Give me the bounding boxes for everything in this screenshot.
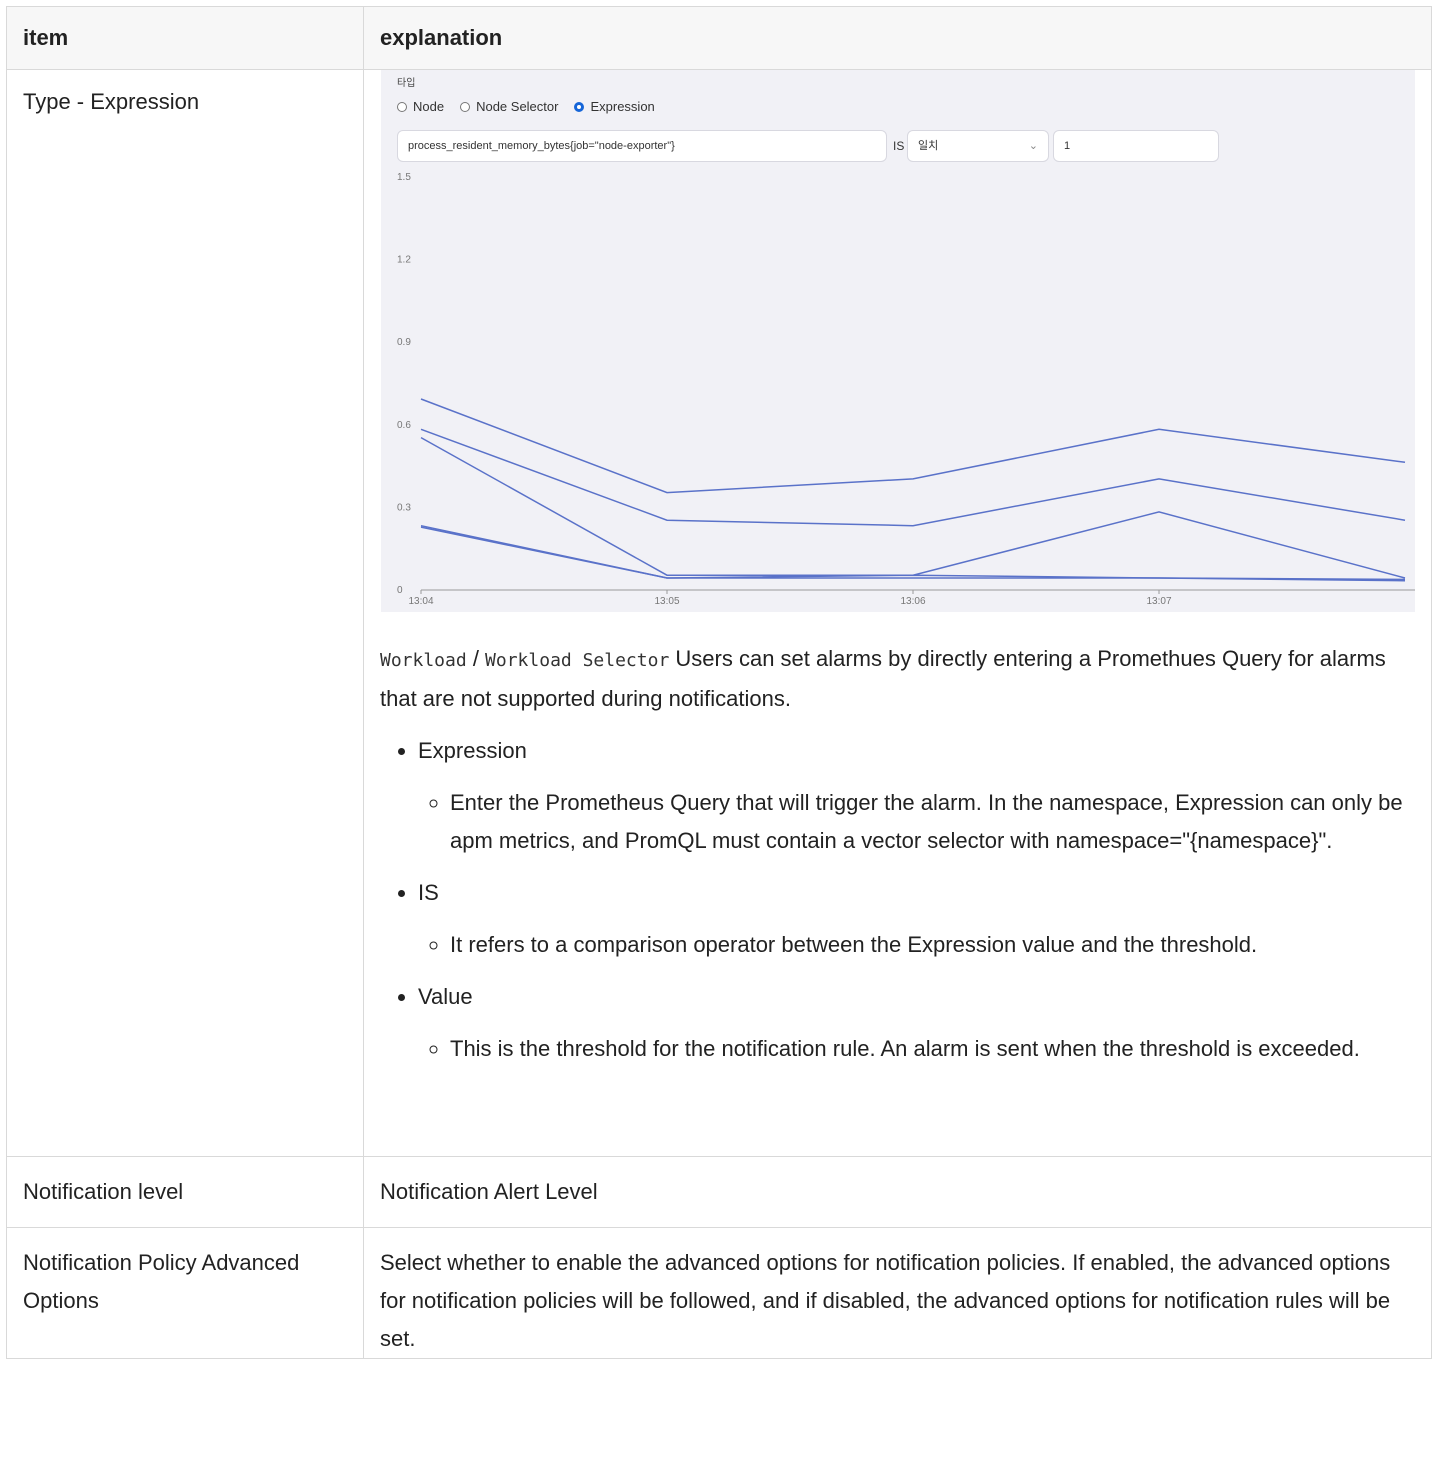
x-tick-label: 13:06 <box>900 596 925 607</box>
radio-empty-icon <box>460 102 471 112</box>
code-workload: Workload <box>380 650 467 671</box>
field-list: Expression Enter the Prometheus Query th… <box>380 732 1415 1068</box>
item-cell: Notification Policy Advanced Options <box>6 1227 364 1359</box>
series-line-2 <box>420 428 1406 527</box>
notification-rule-table: item explanation Type - Expression 타입 No… <box>6 6 1432 1359</box>
separator: / <box>466 646 486 671</box>
expression-description: Workload / Workload Selector Users can s… <box>380 640 1415 718</box>
list-item-title: Expression <box>418 738 527 763</box>
radio-empty-icon <box>397 102 407 112</box>
list-item-detail: This is the threshold for the notificati… <box>450 1030 1415 1068</box>
explanation-cell: Select whether to enable the advanced op… <box>363 1227 1432 1359</box>
y-tick-label: 1.5 <box>397 172 411 183</box>
x-tick-label: 13:07 <box>1146 596 1171 607</box>
list-item: Value This is the threshold for the noti… <box>418 978 1415 1068</box>
code-workload-selector: Workload Selector <box>485 650 670 671</box>
operator-select[interactable]: 일치 ⌄ <box>907 130 1049 162</box>
series-line-1 <box>420 398 1406 494</box>
list-item-title: Value <box>418 984 473 1009</box>
threshold-input[interactable]: 1 <box>1053 130 1219 162</box>
list-item: Expression Enter the Prometheus Query th… <box>418 732 1415 860</box>
radio-expression-label: Expression <box>590 99 655 114</box>
operator-value: 일치 <box>918 140 939 152</box>
list-item: IS It refers to a comparison operator be… <box>418 874 1415 964</box>
header-item: item <box>6 6 364 70</box>
series-line-4 <box>420 524 1406 581</box>
item-cell: Type - Expression <box>6 69 364 1157</box>
radio-node-selector-label: Node Selector <box>476 99 559 114</box>
item-advanced-options: Notification Policy Advanced Options <box>23 1250 300 1313</box>
header-explanation: explanation <box>363 6 1432 70</box>
list-item-title: IS <box>418 880 439 905</box>
table-row: Notification level Notification Alert Le… <box>6 1156 1432 1228</box>
x-tick-label: 13:04 <box>408 596 433 607</box>
y-tick-label: 0.6 <box>397 420 411 431</box>
type-label: 타입 <box>397 78 416 89</box>
list-item-detail: It refers to a comparison operator betwe… <box>450 926 1415 964</box>
y-tick-label: 0.3 <box>397 502 411 513</box>
radio-node-selector[interactable]: Node Selector <box>460 98 558 116</box>
type-radio-group: Node Node Selector Expression <box>397 98 671 116</box>
item-type-expression: Type - Expression <box>23 89 200 114</box>
series-line-5 <box>420 526 1406 582</box>
radio-selected-icon <box>574 102 585 112</box>
expression-screenshot: 타입 Node Node Selector Expression process… <box>381 70 1415 612</box>
expression-line-chart: 1.5 1.2 0.9 0.6 0.3 0 13:04 13:05 13:06 13:07 <box>397 172 1415 607</box>
table-header-row: item explanation <box>6 6 1432 70</box>
explanation-cell: Notification Alert Level <box>363 1156 1432 1228</box>
x-tick-label: 13:05 <box>654 596 679 607</box>
table-row: Notification Policy Advanced Options Sel… <box>6 1227 1432 1359</box>
y-tick-label: 0.9 <box>397 337 411 348</box>
item-cell: Notification level <box>6 1156 364 1228</box>
radio-expression[interactable]: Expression <box>574 98 655 116</box>
advanced-options-description: Select whether to enable the advanced op… <box>380 1250 1391 1351</box>
radio-node-label: Node <box>413 99 445 114</box>
explanation-cell: 타입 Node Node Selector Expression process… <box>363 69 1432 1157</box>
radio-node[interactable]: Node <box>397 98 444 116</box>
is-label: IS <box>893 139 905 153</box>
table-row: Type - Expression 타입 Node Node Selector <box>6 69 1432 1157</box>
list-item-detail: Enter the Prometheus Query that will tri… <box>450 784 1415 860</box>
chevron-down-icon: ⌄ <box>1028 140 1038 152</box>
y-tick-label: 1.2 <box>397 255 411 266</box>
y-tick-label: 0 <box>397 585 403 596</box>
expression-input[interactable]: process_resident_memory_bytes{job="node-… <box>397 130 887 162</box>
